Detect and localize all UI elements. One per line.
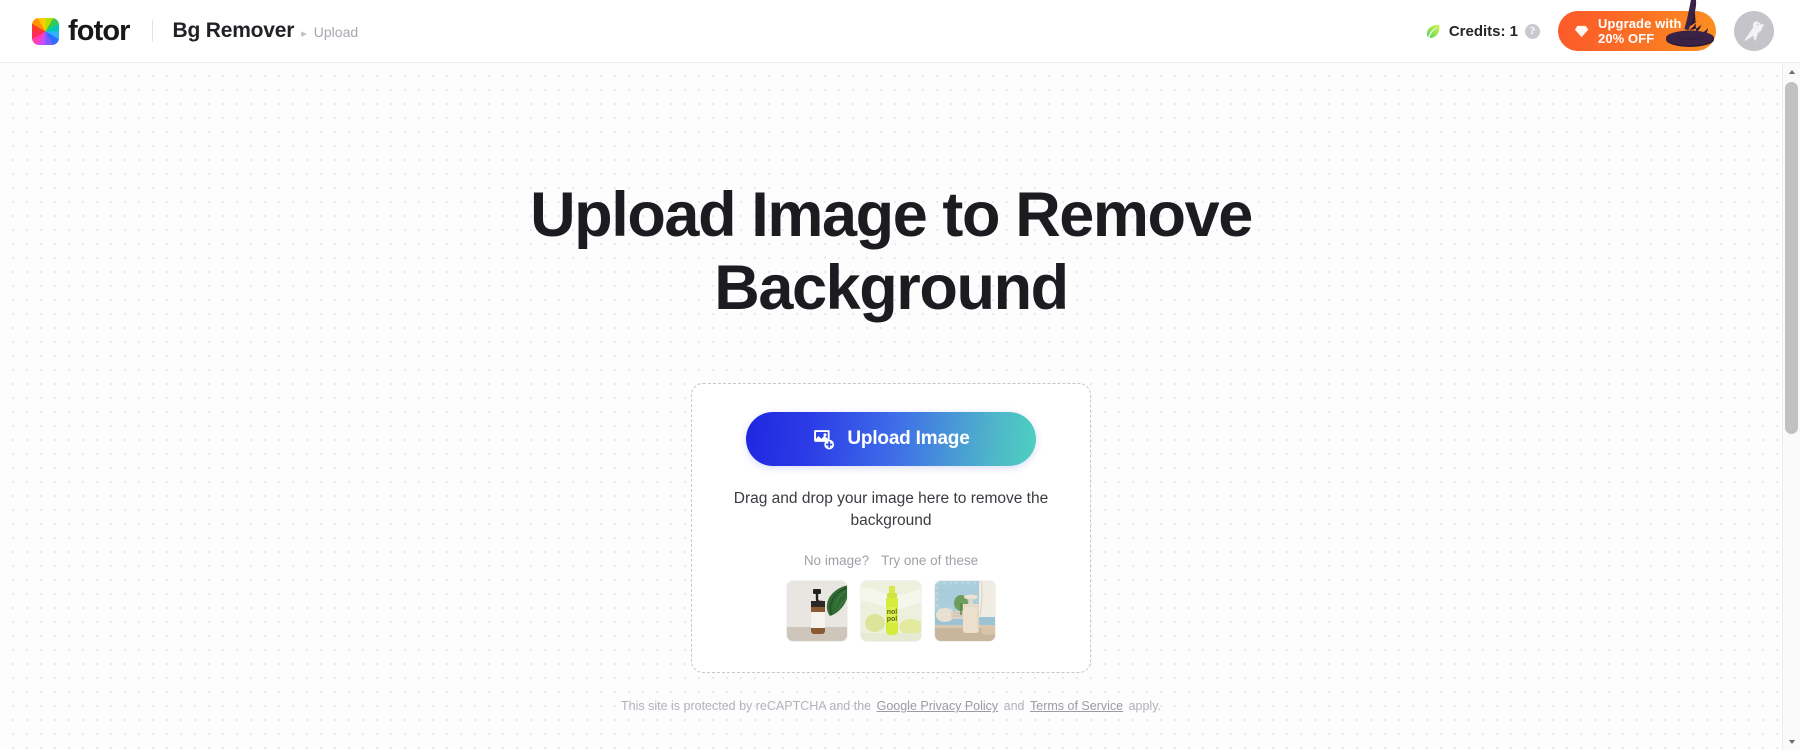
google-privacy-policy-link[interactable]: Google Privacy Policy	[877, 699, 999, 713]
terms-of-service-link[interactable]: Terms of Service	[1030, 699, 1123, 713]
sample-thumbnails: nol pol	[786, 580, 996, 643]
logo-wordmark: fotor	[68, 14, 130, 47]
header-left-group: fotor Bg Remover ▸ Upload	[0, 14, 359, 47]
diamond-icon	[1574, 24, 1589, 39]
color-wheel-icon	[32, 17, 59, 45]
svg-text:pol: pol	[887, 616, 898, 623]
leaf-icon	[1424, 22, 1442, 40]
scroll-down-arrow-icon[interactable]	[1783, 733, 1800, 750]
sample-beige-soap-dispenser[interactable]	[934, 580, 996, 643]
sample-yellow-serum-bottle[interactable]: nol pol	[860, 580, 922, 643]
credits-indicator: Credits: 1 ?	[1424, 22, 1540, 40]
header-right-group: Credits: 1 ? Upgrade with 20% OFF	[1424, 0, 1800, 51]
breadcrumb-title[interactable]: Bg Remover	[173, 19, 295, 43]
help-icon[interactable]: ?	[1525, 23, 1540, 39]
upload-dropzone-card[interactable]: Upload Image Drag and drop your image he…	[691, 383, 1091, 674]
recaptcha-notice: This site is protected by reCAPTCHA and …	[0, 699, 1782, 713]
upgrade-button[interactable]: Upgrade with 20% OFF	[1558, 0, 1716, 51]
app-header: fotor Bg Remover ▸ Upload Credits: 1 ? U…	[0, 0, 1800, 63]
upgrade-line-2: 20% OFF	[1598, 31, 1655, 46]
recaptcha-prefix: This site is protected by reCAPTCHA and …	[620, 699, 872, 714]
upload-image-label: Upload Image	[847, 428, 970, 450]
recaptcha-suffix: apply.	[1128, 699, 1162, 714]
try-one-of-these-label: Try one of these	[881, 553, 979, 569]
page-canvas: Upload Image to Remove Background Upload…	[0, 63, 1782, 750]
vertical-scrollbar[interactable]	[1782, 63, 1800, 750]
try-samples-row: No image? Try one of these	[804, 553, 978, 568]
upgrade-text-block: Upgrade with 20% OFF	[1598, 16, 1682, 46]
header-divider	[151, 20, 153, 42]
scrollbar-thumb[interactable]	[1785, 82, 1798, 434]
recaptcha-middle: and	[1003, 699, 1025, 714]
image-add-icon	[812, 428, 835, 451]
sample-brown-pump-bottle[interactable]	[786, 580, 848, 643]
credits-label: Credits: 1	[1448, 22, 1518, 40]
fotor-logo[interactable]: fotor	[32, 14, 130, 47]
drag-drop-instructions: Drag and drop your image here to remove …	[733, 490, 1049, 530]
svg-text:nol: nol	[887, 609, 898, 616]
chevron-right-icon: ▸	[301, 28, 307, 40]
page-title: Upload Image to Remove Background	[530, 180, 1253, 324]
upgrade-line-1: Upgrade with	[1598, 15, 1682, 31]
breadcrumb-current: Upload	[313, 24, 359, 40]
user-avatar[interactable]	[1734, 11, 1774, 51]
bird-avatar-icon	[1734, 11, 1774, 51]
scroll-up-arrow-icon[interactable]	[1783, 63, 1800, 80]
no-image-prompt: No image?	[803, 553, 870, 569]
upload-image-button[interactable]: Upload Image	[746, 412, 1036, 467]
breadcrumb: Bg Remover ▸ Upload	[173, 19, 359, 43]
